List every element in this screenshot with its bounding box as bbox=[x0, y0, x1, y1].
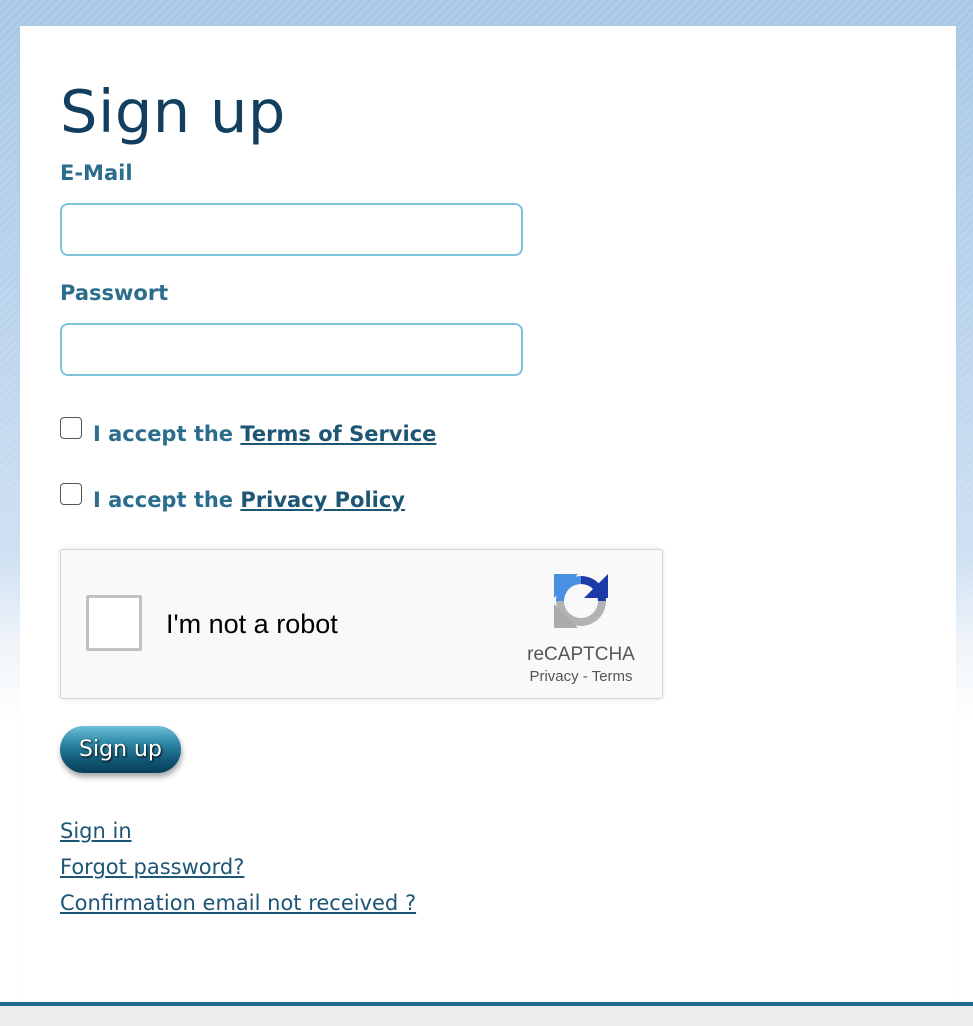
recaptcha-label: I'm not a robot bbox=[166, 609, 338, 639]
sign-in-link[interactable]: Sign in bbox=[60, 818, 132, 844]
password-field[interactable] bbox=[60, 323, 523, 376]
terms-text: I accept the Terms of Service bbox=[93, 422, 436, 446]
terms-checkbox[interactable] bbox=[60, 417, 82, 439]
email-label: E-Mail bbox=[60, 161, 133, 185]
recaptcha-privacy-link[interactable]: Privacy bbox=[529, 668, 578, 685]
sign-up-button[interactable]: Sign up bbox=[60, 726, 181, 773]
privacy-prefix: I accept the bbox=[93, 488, 234, 512]
recaptcha-brand: reCAPTCHA bbox=[527, 644, 635, 665]
confirmation-email-link[interactable]: Confirmation email not received ? bbox=[60, 890, 416, 916]
privacy-row: I accept the Privacy Policy bbox=[60, 483, 405, 516]
password-label: Passwort bbox=[60, 281, 169, 305]
forgot-password-link[interactable]: Forgot password? bbox=[60, 854, 244, 880]
terms-of-service-link[interactable]: Terms of Service bbox=[240, 422, 436, 446]
recaptcha-widget: I'm not a robot reCAPTCHA Privacy - Term… bbox=[60, 549, 663, 699]
recaptcha-terms-link[interactable]: Terms bbox=[592, 668, 633, 685]
recaptcha-separator: - bbox=[582, 668, 588, 685]
privacy-checkbox[interactable] bbox=[60, 483, 82, 505]
terms-prefix: I accept the bbox=[93, 422, 234, 446]
recaptcha-links: Privacy - Terms bbox=[501, 668, 661, 686]
recaptcha-checkbox[interactable] bbox=[86, 595, 142, 651]
page-title: Sign up bbox=[60, 77, 286, 146]
privacy-policy-link[interactable]: Privacy Policy bbox=[240, 488, 405, 512]
privacy-text: I accept the Privacy Policy bbox=[93, 488, 405, 512]
email-field[interactable] bbox=[60, 203, 523, 256]
terms-row: I accept the Terms of Service bbox=[60, 417, 436, 450]
recaptcha-logo-icon bbox=[554, 574, 608, 628]
signup-card: Sign up E-Mail Passwort I accept the Ter… bbox=[20, 26, 956, 1002]
footer bbox=[0, 1006, 973, 1026]
